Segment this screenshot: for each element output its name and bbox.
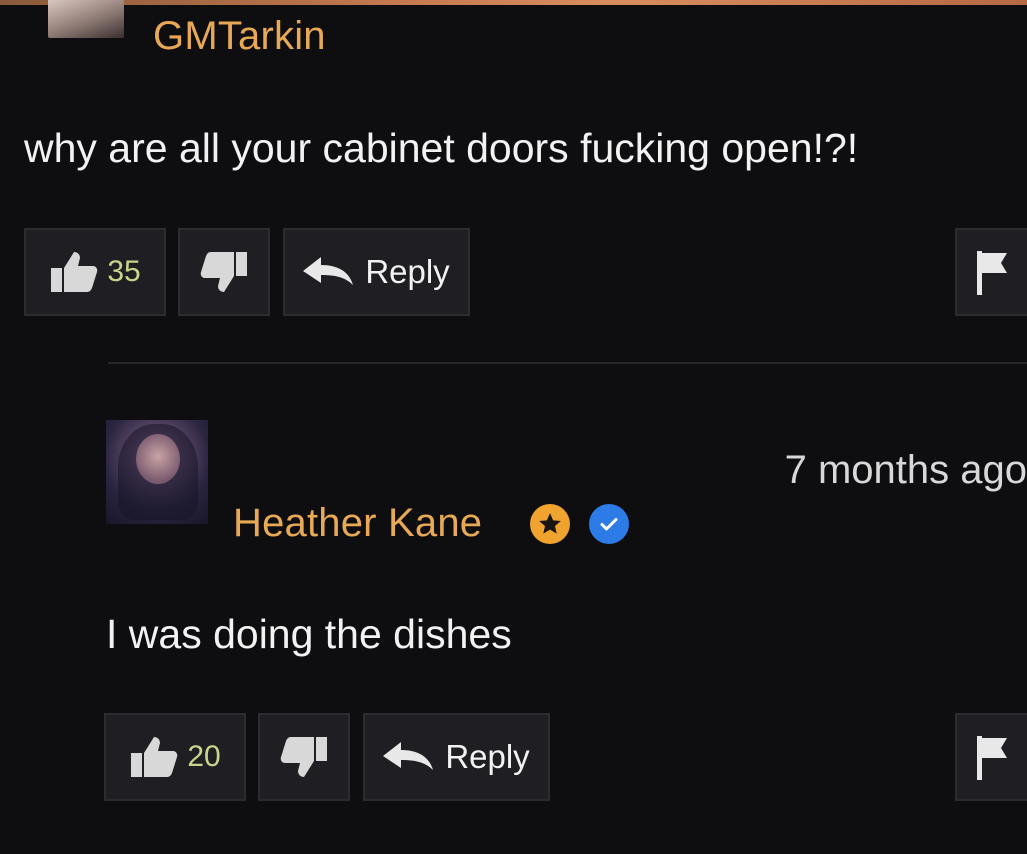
thumbs-up-icon — [49, 250, 99, 294]
like-button[interactable]: 35 — [24, 228, 166, 316]
reply-button[interactable]: Reply — [363, 713, 550, 801]
top-accent-bar — [0, 0, 1027, 5]
reply-arrow-icon — [303, 257, 354, 287]
comment-author[interactable]: GMTarkin — [153, 14, 326, 59]
dislike-button[interactable] — [258, 713, 350, 801]
reply-button[interactable]: Reply — [283, 228, 470, 316]
verified-check-icon — [589, 504, 629, 544]
flag-icon — [975, 734, 1009, 780]
comment-text: why are all your cabinet doors fucking o… — [24, 125, 859, 171]
avatar-heather-kane[interactable] — [106, 420, 208, 524]
flag-icon — [975, 249, 1009, 295]
reply-arrow-icon — [383, 742, 434, 772]
comment-author[interactable]: Heather Kane — [233, 501, 482, 546]
like-button[interactable]: 20 — [104, 713, 246, 801]
dislike-button[interactable] — [178, 228, 270, 316]
comment-timestamp: 7 months ago — [784, 448, 1027, 492]
star-badge-icon — [530, 504, 570, 544]
comment-text: I was doing the dishes — [106, 611, 512, 657]
flag-button[interactable] — [955, 713, 1027, 801]
reply-label: Reply — [365, 253, 450, 290]
comment-divider — [108, 362, 1027, 364]
like-count: 20 — [187, 740, 221, 773]
flag-button[interactable] — [955, 228, 1027, 316]
avatar-gmtarkin[interactable] — [48, 0, 124, 38]
reply-label: Reply — [445, 738, 530, 775]
like-count: 35 — [107, 255, 141, 288]
thumbs-up-icon — [129, 735, 179, 779]
thumbs-down-icon — [279, 735, 329, 779]
thumbs-down-icon — [199, 250, 249, 294]
